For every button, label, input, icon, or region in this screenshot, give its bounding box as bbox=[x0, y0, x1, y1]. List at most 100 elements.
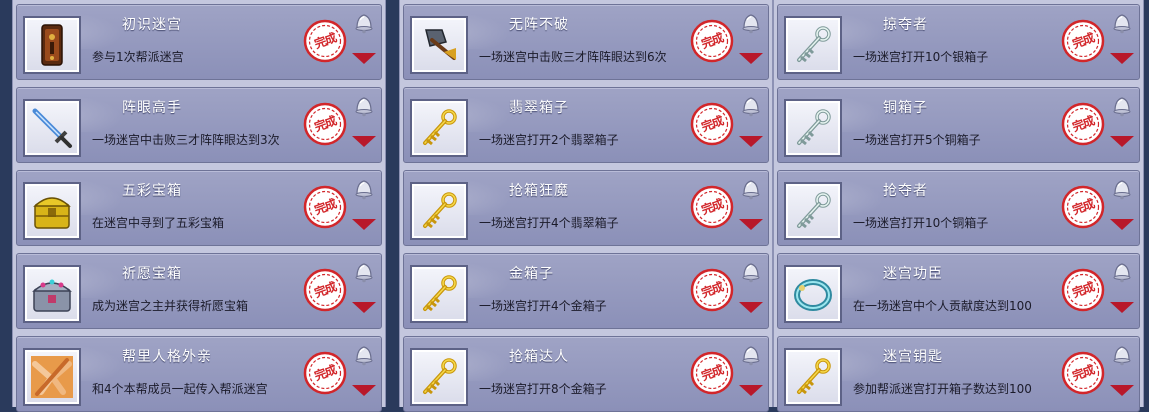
sword-icon bbox=[23, 99, 81, 157]
achievement-column-left: 初识迷宫 参与1次帮派迷宫 完成 阵眼高手 一场迷宫中击败三才阵阵眼达到3次 完成 五彩宝箱… bbox=[12, 0, 386, 412]
completed-seal-icon: 完成 bbox=[690, 102, 734, 146]
expand-arrow-icon[interactable] bbox=[739, 136, 763, 147]
achievement-title: 掠夺者 bbox=[883, 17, 928, 33]
bell-icon[interactable] bbox=[739, 260, 763, 284]
achievement-title: 初识迷宫 bbox=[122, 17, 182, 33]
achievement-card[interactable]: 迷宫功臣在一场迷宫中个人贡献度达到100 完成 bbox=[777, 253, 1140, 329]
bell-icon[interactable] bbox=[352, 177, 376, 201]
gold-key-icon bbox=[784, 348, 842, 406]
completed-seal-icon: 完成 bbox=[1061, 351, 1105, 395]
completed-seal-icon: 完成 bbox=[303, 102, 347, 146]
bell-icon[interactable] bbox=[1110, 94, 1134, 118]
completed-seal-icon: 完成 bbox=[690, 185, 734, 229]
achievement-title: 迷宫钥匙 bbox=[883, 349, 943, 365]
completed-seal-icon: 完成 bbox=[1061, 102, 1105, 146]
expand-arrow-icon[interactable] bbox=[352, 136, 376, 147]
bell-icon[interactable] bbox=[739, 94, 763, 118]
achievement-title: 抢夺者 bbox=[883, 183, 928, 199]
bell-icon[interactable] bbox=[1110, 11, 1134, 35]
expand-arrow-icon[interactable] bbox=[1110, 385, 1134, 396]
jade-ring-icon bbox=[784, 265, 842, 323]
achievement-card[interactable]: 五彩宝箱在迷宫中寻到了五彩宝箱 完成 bbox=[16, 170, 382, 246]
completed-seal-icon: 完成 bbox=[303, 19, 347, 63]
bell-icon[interactable] bbox=[352, 343, 376, 367]
achievement-card[interactable]: 翡翠箱子一场迷宫打开2个翡翠箱子 完成 bbox=[403, 87, 769, 163]
expand-arrow-icon[interactable] bbox=[739, 302, 763, 313]
achievement-card[interactable]: 抢箱狂魔一场迷宫打开4个翡翠箱子 完成 bbox=[403, 170, 769, 246]
bell-icon[interactable] bbox=[1110, 177, 1134, 201]
completed-seal-icon: 完成 bbox=[303, 268, 347, 312]
achievement-title: 金箱子 bbox=[509, 266, 554, 282]
completed-seal-icon: 完成 bbox=[690, 268, 734, 312]
achievement-title: 无阵不破 bbox=[509, 17, 569, 33]
achievement-card[interactable]: 抢夺者 一场迷宫打开10个铜箱子 完成 bbox=[777, 170, 1140, 246]
achievement-description: 在一场迷宫中个人贡献度达到100 bbox=[853, 299, 1032, 313]
achievement-description: 一场迷宫中击败三才阵阵眼达到6次 bbox=[479, 50, 667, 64]
completed-seal-icon: 完成 bbox=[303, 351, 347, 395]
completed-seal-icon: 完成 bbox=[690, 351, 734, 395]
achievement-card[interactable]: 帮里人格外亲和4个本帮成员一起传入帮派迷宫 完成 bbox=[16, 336, 382, 412]
achievement-description: 参加帮派迷宫打开箱子数达到100 bbox=[853, 382, 1032, 396]
achievement-description: 在迷宫中寻到了五彩宝箱 bbox=[92, 216, 225, 230]
door-icon bbox=[23, 16, 81, 74]
gold-key-icon bbox=[410, 99, 468, 157]
achievement-title: 祈愿宝箱 bbox=[122, 266, 182, 282]
achievement-title: 铜箱子 bbox=[883, 100, 928, 116]
expand-arrow-icon[interactable] bbox=[1110, 219, 1134, 230]
completed-seal-icon: 完成 bbox=[1061, 19, 1105, 63]
completed-seal-icon: 完成 bbox=[1061, 185, 1105, 229]
completed-seal-icon: 完成 bbox=[690, 19, 734, 63]
expand-arrow-icon[interactable] bbox=[1110, 302, 1134, 313]
bell-icon[interactable] bbox=[1110, 260, 1134, 284]
achievement-description: 一场迷宫打开8个金箱子 bbox=[479, 382, 607, 396]
expand-arrow-icon[interactable] bbox=[739, 385, 763, 396]
expand-arrow-icon[interactable] bbox=[1110, 53, 1134, 64]
achievement-title: 抢箱达人 bbox=[509, 349, 569, 365]
achievement-description: 参与1次帮派迷宫 bbox=[92, 50, 184, 64]
gold-key-icon bbox=[410, 265, 468, 323]
axe-icon bbox=[410, 16, 468, 74]
achievement-description: 和4个本帮成员一起传入帮派迷宫 bbox=[92, 382, 268, 396]
achievement-column-middle: 无阵不破 一场迷宫中击败三才阵阵眼达到6次 完成 翡翠箱子 一场迷宫打开2个翡翠箱子 完成… bbox=[399, 0, 773, 412]
completed-seal-icon: 完成 bbox=[1061, 268, 1105, 312]
expand-arrow-icon[interactable] bbox=[739, 219, 763, 230]
achievement-description: 一场迷宫打开2个翡翠箱子 bbox=[479, 133, 619, 147]
bell-icon[interactable] bbox=[352, 11, 376, 35]
expand-arrow-icon[interactable] bbox=[352, 385, 376, 396]
silver-key-icon bbox=[784, 16, 842, 74]
bell-icon[interactable] bbox=[739, 177, 763, 201]
gold-key-icon bbox=[410, 182, 468, 240]
treasure-chest-icon bbox=[23, 182, 81, 240]
achievement-card[interactable]: 金箱子 一场迷宫打开4个金箱子 完成 bbox=[403, 253, 769, 329]
bell-icon[interactable] bbox=[739, 343, 763, 367]
joined-hands-icon bbox=[23, 348, 81, 406]
achievement-title: 帮里人格外亲 bbox=[122, 349, 212, 365]
completed-seal-icon: 完成 bbox=[303, 185, 347, 229]
achievement-title: 迷宫功臣 bbox=[883, 266, 943, 282]
achievement-card[interactable]: 抢箱达人一场迷宫打开8个金箱子 完成 bbox=[403, 336, 769, 412]
expand-arrow-icon[interactable] bbox=[739, 53, 763, 64]
bell-icon[interactable] bbox=[352, 260, 376, 284]
achievement-card[interactable]: 铜箱子一场迷宫打开5个铜箱子 完成 bbox=[777, 87, 1140, 163]
bell-icon[interactable] bbox=[352, 94, 376, 118]
achievement-card[interactable]: 掠夺者一场迷宫打开10个银箱子 完成 bbox=[777, 4, 1140, 80]
achievement-card[interactable]: 祈愿宝箱 成为迷宫之主并获得祈愿宝箱 完成 bbox=[16, 253, 382, 329]
jeweled-chest-icon bbox=[23, 265, 81, 323]
bell-icon[interactable] bbox=[739, 11, 763, 35]
achievement-card[interactable]: 阵眼高手 一场迷宫中击败三才阵阵眼达到3次 完成 bbox=[16, 87, 382, 163]
achievement-card[interactable]: 无阵不破一场迷宫中击败三才阵阵眼达到6次 完成 bbox=[403, 4, 769, 80]
achievement-title: 五彩宝箱 bbox=[122, 183, 182, 199]
silver-key-icon bbox=[784, 182, 842, 240]
expand-arrow-icon[interactable] bbox=[352, 219, 376, 230]
expand-arrow-icon[interactable] bbox=[352, 302, 376, 313]
achievement-card[interactable]: 初识迷宫参与1次帮派迷宫 完成 bbox=[16, 4, 382, 80]
bell-icon[interactable] bbox=[1110, 343, 1134, 367]
achievement-description: 一场迷宫打开10个银箱子 bbox=[853, 50, 989, 64]
achievement-description: 一场迷宫打开4个翡翠箱子 bbox=[479, 216, 619, 230]
achievement-card[interactable]: 迷宫钥匙参加帮派迷宫打开箱子数达到100 完成 bbox=[777, 336, 1140, 412]
expand-arrow-icon[interactable] bbox=[352, 53, 376, 64]
achievement-title: 翡翠箱子 bbox=[509, 100, 569, 116]
achievement-title: 抢箱狂魔 bbox=[509, 183, 569, 199]
achievement-description: 一场迷宫打开5个铜箱子 bbox=[853, 133, 981, 147]
expand-arrow-icon[interactable] bbox=[1110, 136, 1134, 147]
